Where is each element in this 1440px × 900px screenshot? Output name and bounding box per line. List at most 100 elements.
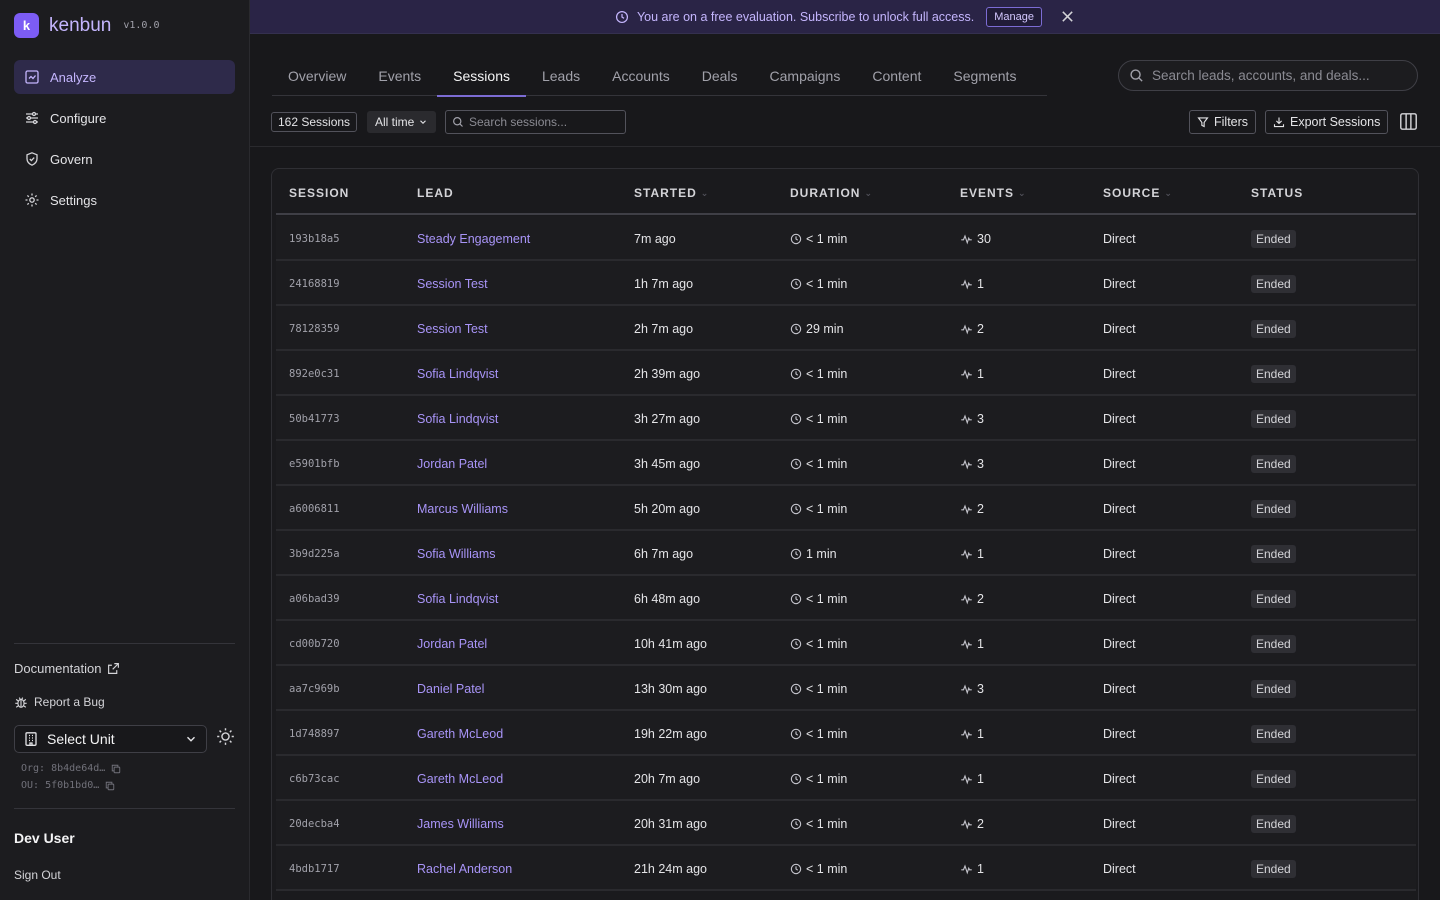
manage-button[interactable]: Manage bbox=[986, 6, 1042, 27]
lead-link[interactable]: Steady Engagement bbox=[417, 216, 530, 261]
tab-accounts[interactable]: Accounts bbox=[596, 56, 686, 96]
session-id[interactable]: a06bad39 bbox=[289, 576, 340, 621]
tab-sessions[interactable]: Sessions bbox=[437, 56, 526, 97]
sidebar-item-settings[interactable]: Settings bbox=[14, 183, 235, 217]
table-row[interactable]: aa7c969b Daniel Patel 13h 30m ago < 1 min 3 D… bbox=[276, 666, 1416, 711]
lead-link[interactable]: Rachel Anderson bbox=[417, 846, 512, 891]
sidebar-item-govern[interactable]: Govern bbox=[14, 142, 235, 176]
column-header-lead[interactable]: LEAD bbox=[417, 186, 454, 200]
tab-campaigns[interactable]: Campaigns bbox=[754, 56, 857, 96]
source-cell: Direct bbox=[1103, 861, 1136, 876]
started-time: 10h 41m ago bbox=[634, 636, 707, 651]
sign-out-link[interactable]: Sign Out bbox=[14, 868, 61, 882]
session-id[interactable]: 20decba4 bbox=[289, 801, 340, 846]
time-range-dropdown[interactable]: All time bbox=[367, 111, 437, 133]
copy-icon[interactable] bbox=[111, 764, 121, 774]
session-search-input[interactable] bbox=[469, 115, 619, 129]
filters-button[interactable]: Filters bbox=[1189, 110, 1257, 134]
table-row[interactable]: 892e0c31 Sofia Lindqvist 2h 39m ago < 1 min… bbox=[276, 351, 1416, 396]
session-id[interactable]: 1d748897 bbox=[289, 711, 340, 756]
table-row[interactable]: 78128359 Session Test 2h 7m ago 29 min 2 Dire… bbox=[276, 306, 1416, 351]
column-header-session[interactable]: SESSION bbox=[289, 186, 349, 200]
events-cell: 1 bbox=[960, 261, 984, 306]
session-id[interactable]: 892e0c31 bbox=[289, 351, 340, 396]
brand[interactable]: k kenbun v1.0.0 bbox=[14, 13, 159, 38]
tab-content[interactable]: Content bbox=[856, 56, 937, 96]
column-header-duration[interactable]: DURATION ⌄ bbox=[790, 186, 873, 200]
documentation-link[interactable]: Documentation bbox=[14, 661, 120, 676]
lead-link[interactable]: Sofia Lindqvist bbox=[417, 351, 498, 396]
duration-value: < 1 min bbox=[806, 456, 848, 471]
started-time: 5h 20m ago bbox=[634, 501, 701, 516]
table-row[interactable]: cd00b720 Jordan Patel 10h 41m ago < 1 min 1 D… bbox=[276, 621, 1416, 666]
tab-deals[interactable]: Deals bbox=[686, 56, 754, 96]
tab-events[interactable]: Events bbox=[362, 56, 437, 96]
column-header-started[interactable]: STARTED ⌄ bbox=[634, 186, 709, 200]
events-count: 2 bbox=[977, 816, 984, 831]
sidebar-item-label: Govern bbox=[50, 151, 93, 167]
global-search-input[interactable] bbox=[1152, 68, 1402, 83]
events-cell: 1 bbox=[960, 756, 984, 801]
lead-link[interactable]: Sofia Williams bbox=[417, 531, 496, 576]
close-banner-button[interactable] bbox=[1060, 9, 1075, 24]
table-row[interactable]: 24168819 Session Test 1h 7m ago < 1 min 1 Dir… bbox=[276, 261, 1416, 306]
ou-id: OU: 5f0b1bd0… bbox=[21, 780, 115, 791]
table-row[interactable]: 1d748897 Gareth McLeod 19h 22m ago < 1 min 1… bbox=[276, 711, 1416, 756]
tab-segments[interactable]: Segments bbox=[937, 56, 1032, 96]
select-unit-dropdown[interactable]: Select Unit bbox=[14, 725, 207, 753]
lead-link[interactable]: Session Test bbox=[417, 306, 488, 351]
session-id[interactable]: a6006811 bbox=[289, 486, 340, 531]
session-id[interactable]: e5901bfb bbox=[289, 441, 340, 486]
lead-link[interactable]: Sofia Lindqvist bbox=[417, 396, 498, 441]
column-header-status[interactable]: STATUS bbox=[1251, 186, 1303, 200]
sidebar-item-configure[interactable]: Configure bbox=[14, 101, 235, 135]
lead-link[interactable]: Gareth McLeod bbox=[417, 756, 503, 801]
column-header-events[interactable]: EVENTS ⌄ bbox=[960, 186, 1027, 200]
global-search[interactable] bbox=[1118, 60, 1418, 91]
events-cell: 2 bbox=[960, 486, 984, 531]
duration-cell: 29 min bbox=[790, 306, 844, 351]
table-row[interactable]: e5901bfb Jordan Patel 3h 45m ago < 1 min 3 Di… bbox=[276, 441, 1416, 486]
report-bug-link[interactable]: Report a Bug bbox=[14, 695, 105, 709]
clock-icon bbox=[790, 773, 802, 784]
table-row[interactable]: 20decba4 James Williams 20h 31m ago < 1 min… bbox=[276, 801, 1416, 846]
table-row[interactable]: 193b18a5 Steady Engagement 7m ago < 1 min 30… bbox=[276, 216, 1416, 261]
duration-value: 1 min bbox=[806, 546, 837, 561]
session-search[interactable] bbox=[445, 110, 626, 134]
session-id[interactable]: 50b41773 bbox=[289, 396, 340, 441]
lead-link[interactable]: Jordan Patel bbox=[417, 441, 487, 486]
lead-link[interactable]: Marcus Williams bbox=[417, 486, 508, 531]
tab-overview[interactable]: Overview bbox=[272, 56, 362, 96]
session-id[interactable]: 24168819 bbox=[289, 261, 340, 306]
session-id[interactable]: 78128359 bbox=[289, 306, 340, 351]
table-row[interactable]: 3b9d225a Sofia Williams 6h 7m ago 1 min 1 Dir… bbox=[276, 531, 1416, 576]
clock-icon bbox=[790, 458, 802, 469]
table-row[interactable]: a06bad39 Sofia Lindqvist 6h 48m ago < 1 min… bbox=[276, 576, 1416, 621]
events-count: 1 bbox=[977, 276, 984, 291]
lead-link[interactable]: Daniel Patel bbox=[417, 666, 484, 711]
events-cell: 1 bbox=[960, 621, 984, 666]
lead-link[interactable]: Jordan Patel bbox=[417, 621, 487, 666]
session-id[interactable]: cd00b720 bbox=[289, 621, 340, 666]
tab-leads[interactable]: Leads bbox=[526, 56, 596, 96]
session-id[interactable]: c6b73cac bbox=[289, 756, 340, 801]
table-row[interactable]: c6b73cac Gareth McLeod 20h 7m ago < 1 min 1 D… bbox=[276, 756, 1416, 801]
column-label: LEAD bbox=[417, 186, 454, 200]
lead-link[interactable]: Sofia Lindqvist bbox=[417, 576, 498, 621]
table-row[interactable]: 4bdb1717 Rachel Anderson 21h 24m ago < 1 mi… bbox=[276, 846, 1416, 891]
session-id[interactable]: aa7c969b bbox=[289, 666, 340, 711]
copy-icon[interactable] bbox=[105, 781, 115, 791]
lead-link[interactable]: Session Test bbox=[417, 261, 488, 306]
columns-toggle-button[interactable] bbox=[1399, 112, 1418, 134]
lead-link[interactable]: James Williams bbox=[417, 801, 504, 846]
session-id[interactable]: 193b18a5 bbox=[289, 216, 340, 261]
column-header-source[interactable]: SOURCE ⌄ bbox=[1103, 186, 1173, 200]
sidebar-item-analyze[interactable]: Analyze bbox=[14, 60, 235, 94]
theme-toggle-button[interactable] bbox=[214, 725, 236, 747]
table-row[interactable]: 50b41773 Sofia Lindqvist 3h 27m ago < 1 min… bbox=[276, 396, 1416, 441]
export-sessions-button[interactable]: Export Sessions bbox=[1265, 110, 1389, 134]
session-id[interactable]: 3b9d225a bbox=[289, 531, 340, 576]
table-row[interactable]: a6006811 Marcus Williams 5h 20m ago < 1 min… bbox=[276, 486, 1416, 531]
lead-link[interactable]: Gareth McLeod bbox=[417, 711, 503, 756]
session-id[interactable]: 4bdb1717 bbox=[289, 846, 340, 891]
